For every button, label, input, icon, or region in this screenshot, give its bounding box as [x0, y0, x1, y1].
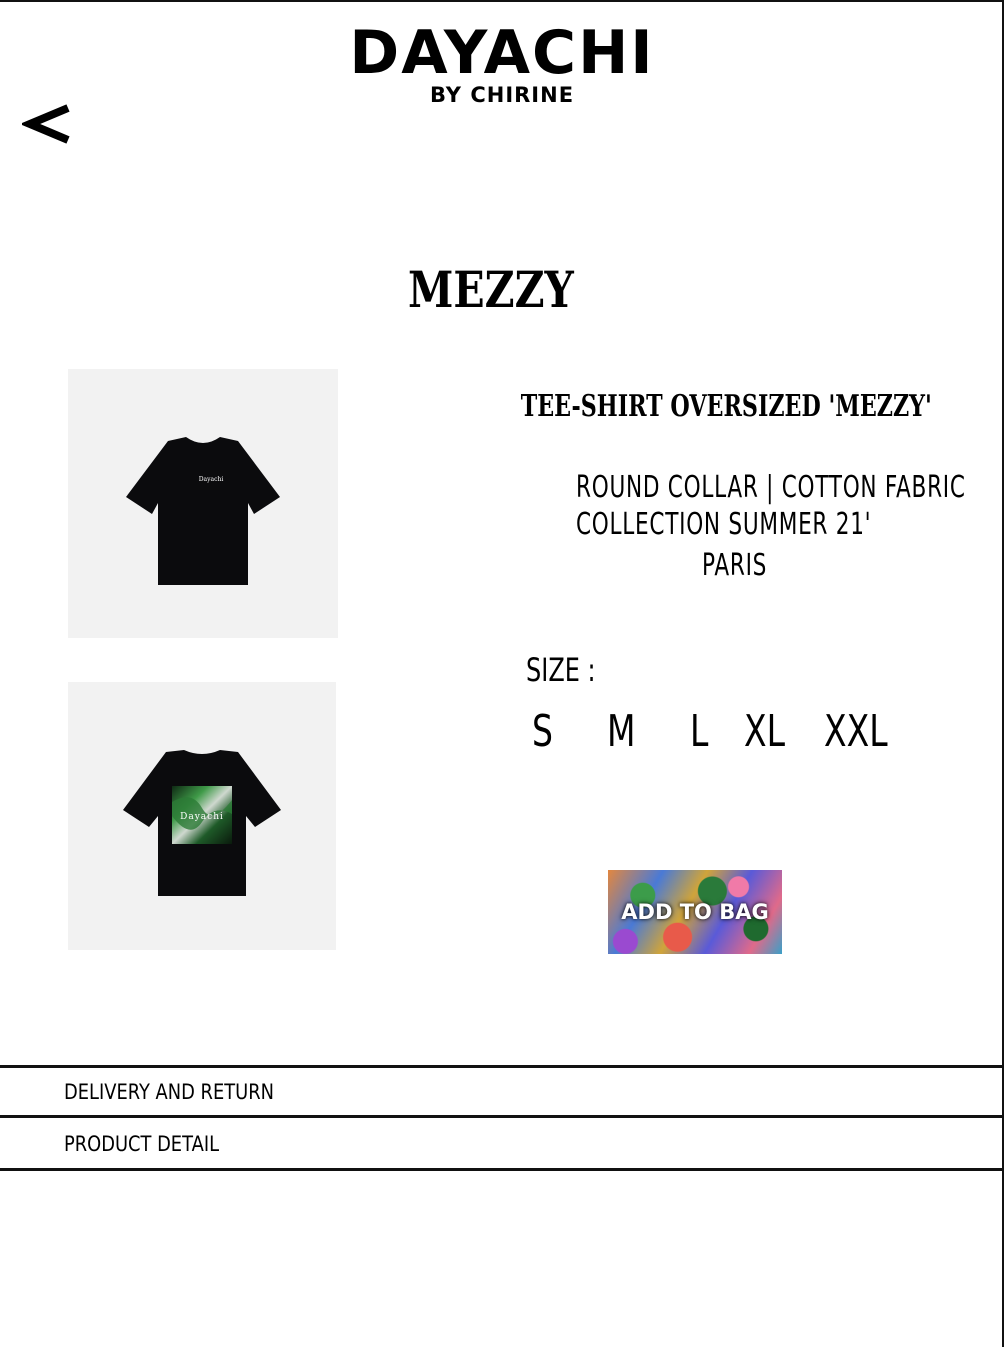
add-to-bag-button[interactable]: ADD TO BAG [608, 870, 782, 954]
tshirt-back-icon: Dayachi [123, 750, 281, 896]
collection-title: MEZZY [408, 260, 574, 319]
divider [0, 1168, 1004, 1171]
size-option-xl[interactable]: XL [744, 706, 785, 758]
product-detail-section[interactable]: PRODUCT DETAIL [0, 1118, 1002, 1168]
tshirt-front-icon: Dayachi [126, 437, 280, 585]
brand-logo[interactable]: DAYACHI [0, 18, 1004, 88]
product-image-back[interactable]: Dayachi [68, 682, 336, 950]
delivery-and-return-label: DELIVERY AND RETURN [64, 1080, 274, 1104]
product-location: PARIS [702, 548, 768, 583]
add-to-bag-label: ADD TO BAG [621, 900, 769, 924]
delivery-and-return-section[interactable]: DELIVERY AND RETURN [0, 1068, 1002, 1115]
brand-subtitle: BY CHIRINE [429, 83, 575, 107]
front-print-text: Dayachi [199, 476, 224, 483]
product-image-front[interactable]: Dayachi [68, 369, 338, 638]
page-border-top [0, 0, 1004, 2]
size-option-xxl[interactable]: XXL [824, 706, 888, 758]
product-name: TEE-SHIRT OVERSIZED 'MEZZY' [520, 389, 932, 424]
product-detail-label: PRODUCT DETAIL [64, 1132, 220, 1156]
size-label: SIZE : [526, 651, 596, 689]
product-description-line1: ROUND COLLAR | COTTON FABRIC [576, 470, 966, 505]
chevron-left-icon [19, 104, 70, 144]
product-description-line2: COLLECTION SUMMER 21' [576, 507, 872, 542]
back-print-text: Dayachi [180, 812, 224, 822]
size-option-m[interactable]: M [607, 706, 635, 758]
size-option-s[interactable]: S [532, 706, 553, 758]
size-option-l[interactable]: L [690, 706, 708, 758]
back-button[interactable] [19, 98, 76, 152]
